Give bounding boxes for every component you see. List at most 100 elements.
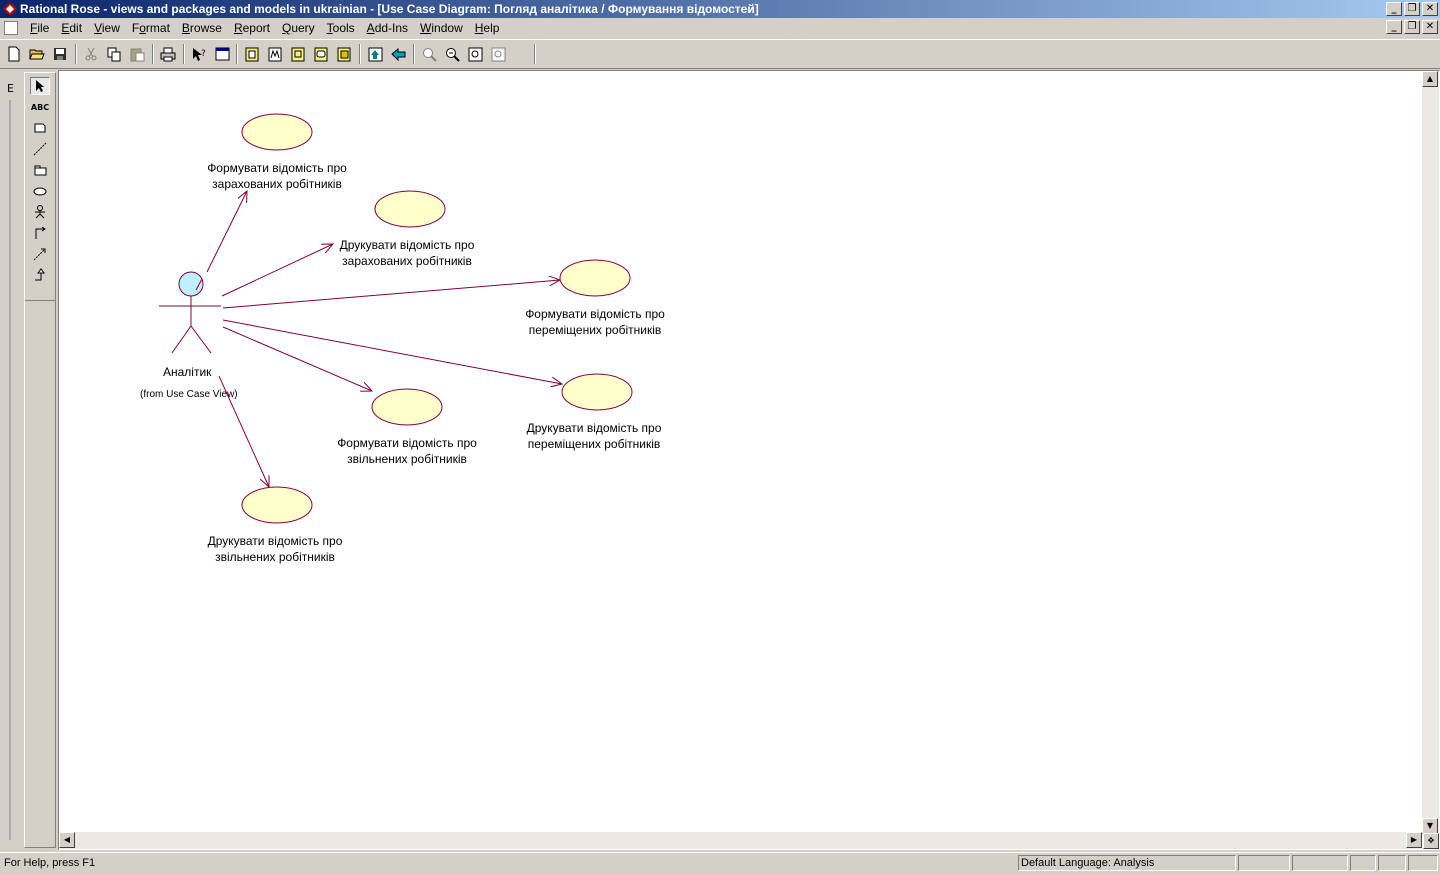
unidirectional-association-tool-icon[interactable] xyxy=(30,224,50,242)
doc-close-button[interactable]: ✕ xyxy=(1422,20,1438,34)
use-case-label-line: Формувати відомість про xyxy=(337,436,477,450)
scroll-left-icon[interactable]: ◀ xyxy=(59,832,75,848)
doc-minimize-button[interactable]: _ xyxy=(1386,20,1402,34)
use-case-label: Друкувати відомість про звільнених робіт… xyxy=(195,533,355,565)
actor-tool-icon[interactable] xyxy=(30,203,50,221)
use-case-label-line: зарахованих робітників xyxy=(212,177,342,191)
note-tool-icon[interactable] xyxy=(30,119,50,137)
use-case-label: Друкувати відомість про переміщених робі… xyxy=(514,420,674,452)
actor-source-label: (from Use Case View) xyxy=(140,389,238,400)
menu-bar: File Edit View Format Browse Report Quer… xyxy=(0,18,1440,38)
close-button[interactable]: ✕ xyxy=(1422,2,1438,16)
menu-format[interactable]: Format xyxy=(126,18,176,38)
menu-file[interactable]: File xyxy=(24,18,55,38)
open-folder-icon[interactable] xyxy=(28,45,46,63)
use-case-label-line: Друкувати відомість про xyxy=(339,238,475,252)
menu-view[interactable]: View xyxy=(88,18,126,38)
parent-diagram-icon[interactable] xyxy=(366,45,384,63)
previous-diagram-icon[interactable] xyxy=(389,45,407,63)
print-icon[interactable] xyxy=(159,45,177,63)
menu-browse[interactable]: Browse xyxy=(176,18,228,38)
text-tool-label: ABC xyxy=(30,102,50,112)
package-tool-icon[interactable] xyxy=(30,161,50,179)
use-case-label-line: Формувати відомість про xyxy=(207,161,347,175)
use-case-label-line: Друкувати відомість про xyxy=(526,421,662,435)
paste-icon[interactable] xyxy=(128,45,146,63)
diagram-canvas[interactable]: Аналітик (from Use Case View) Формувати … xyxy=(58,70,1440,850)
actor-name-label: Аналітик xyxy=(163,365,212,379)
menu-edit[interactable]: Edit xyxy=(55,18,88,38)
dependency-tool-icon[interactable] xyxy=(30,245,50,263)
use-case-label: Друкувати відомість про зарахованих робі… xyxy=(327,237,487,269)
diagram-toolbox: ABC xyxy=(24,72,56,848)
selection-tool-icon[interactable] xyxy=(30,77,50,95)
use-case-tool-icon[interactable] xyxy=(30,182,50,200)
status-pane xyxy=(1408,855,1438,871)
pan-grip-icon[interactable]: ✥ xyxy=(1423,833,1439,849)
menu-window[interactable]: Window xyxy=(414,18,469,38)
status-pane xyxy=(1378,855,1406,871)
status-help-text: For Help, press F1 xyxy=(4,857,96,869)
svg-text:?: ? xyxy=(201,49,206,59)
zoom-out-icon[interactable] xyxy=(443,45,461,63)
vertical-scrollbar[interactable]: ▲ ▼ xyxy=(1422,71,1439,834)
use-case-label-line: звільнених робітників xyxy=(215,550,335,564)
use-case-ellipse[interactable] xyxy=(241,486,313,524)
use-case-label-line: Друкувати відомість про xyxy=(207,534,343,548)
horizontal-scrollbar[interactable]: ◀ ▶ xyxy=(59,832,1422,849)
association-line[interactable] xyxy=(222,326,372,391)
toolbar: ? xyxy=(0,39,1440,69)
scroll-down-icon[interactable]: ▼ xyxy=(1422,818,1438,834)
statechart-diagram-icon[interactable] xyxy=(312,45,330,63)
menu-add-ins[interactable]: Add-Ins xyxy=(361,18,414,38)
cut-icon[interactable] xyxy=(82,45,100,63)
status-pane xyxy=(1238,855,1290,871)
new-file-icon[interactable] xyxy=(5,45,23,63)
use-case-label-line: переміщених робітників xyxy=(527,437,661,451)
text-tool-icon[interactable]: ABC xyxy=(30,98,50,116)
status-bar: For Help, press F1 Default Language: Ana… xyxy=(0,852,1440,874)
use-case-ellipse[interactable] xyxy=(371,388,443,426)
use-case-label-line: зарахованих робітників xyxy=(342,254,472,268)
window-title: Rational Rose - views and packages and m… xyxy=(20,2,759,16)
class-diagram-icon[interactable] xyxy=(243,45,261,63)
deployment-diagram-icon[interactable] xyxy=(335,45,353,63)
menu-query[interactable]: Query xyxy=(276,18,321,38)
copy-icon[interactable] xyxy=(105,45,123,63)
save-icon[interactable] xyxy=(51,45,69,63)
use-case-label-line: переміщених робітників xyxy=(528,323,662,337)
context-help-icon[interactable]: ? xyxy=(190,45,208,63)
undo-fit-icon[interactable] xyxy=(489,45,507,63)
generalization-tool-icon[interactable] xyxy=(30,266,50,284)
status-pane xyxy=(1292,855,1348,871)
actor-analyst[interactable] xyxy=(159,271,221,354)
minimize-button[interactable]: _ xyxy=(1386,2,1402,16)
use-case-ellipse[interactable] xyxy=(374,190,446,228)
component-diagram-icon[interactable] xyxy=(289,45,307,63)
interaction-diagram-icon[interactable] xyxy=(266,45,284,63)
fit-in-window-icon[interactable] xyxy=(466,45,484,63)
use-case-label-line: Формувати відомість про xyxy=(525,307,665,321)
use-case-ellipse[interactable] xyxy=(559,259,631,297)
use-case-ellipse[interactable] xyxy=(561,373,633,411)
anchor-note-tool-icon[interactable] xyxy=(30,140,50,158)
restore-button[interactable]: ❐ xyxy=(1404,2,1420,16)
browser-window-icon[interactable] xyxy=(213,45,231,63)
use-case-ellipse[interactable] xyxy=(241,113,313,151)
doc-restore-button[interactable]: ❐ xyxy=(1404,20,1420,34)
scroll-up-icon[interactable]: ▲ xyxy=(1422,71,1438,87)
zoom-in-icon[interactable] xyxy=(420,45,438,63)
status-language: Default Language: Analysis xyxy=(1018,855,1236,871)
rational-rose-icon xyxy=(3,2,17,16)
association-line[interactable] xyxy=(222,319,562,384)
scroll-right-icon[interactable]: ▶ xyxy=(1406,832,1422,848)
menu-help[interactable]: Help xyxy=(469,18,506,38)
menu-report[interactable]: Report xyxy=(228,18,276,38)
title-bar: Rational Rose - views and packages and m… xyxy=(0,0,1440,18)
browser-pane-edge[interactable]: E xyxy=(0,70,22,850)
association-line[interactable] xyxy=(222,280,560,309)
menu-tools[interactable]: Tools xyxy=(321,18,361,38)
use-case-label: Формувати відомість про звільнених робіт… xyxy=(325,435,489,467)
association-line[interactable] xyxy=(221,244,333,297)
association-line[interactable] xyxy=(206,191,247,273)
